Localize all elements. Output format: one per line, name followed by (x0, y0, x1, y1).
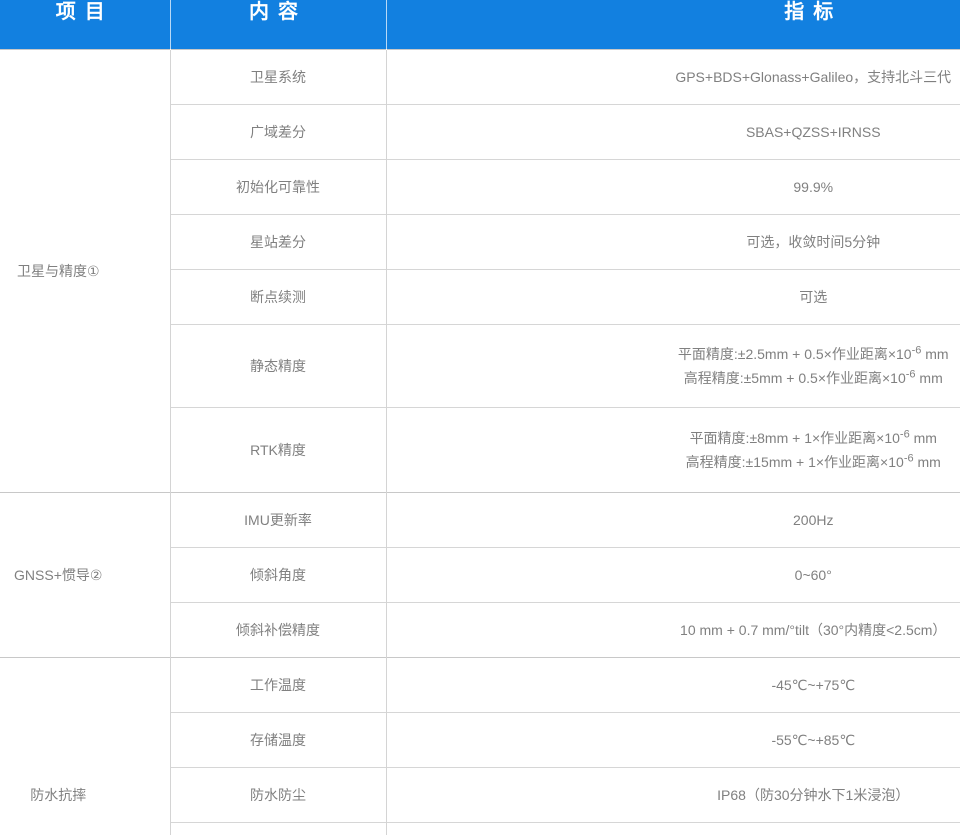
content-cell: 星站差分 (170, 214, 386, 269)
spec-cell: 可选，收敛时间5分钟 (386, 214, 960, 269)
spec-cell: GPS+BDS+Glonass+Galileo，支持北斗三代 (386, 49, 960, 104)
spec-text: 平面精度:±2.5mm + 0.5×作业距离×10 (678, 346, 912, 362)
spec-text: 高程精度:±5mm + 0.5×作业距离×10 (684, 370, 906, 386)
superscript: -6 (912, 344, 922, 356)
content-cell: 初始化可靠性 (170, 159, 386, 214)
spec-cell: IP68（防30分钟水下1米浸泡） (386, 767, 960, 822)
spec-cell: 200Hz (386, 492, 960, 547)
table-row: GNSS+惯导② IMU更新率 200Hz (0, 492, 960, 547)
spec-cell: 0~60° (386, 547, 960, 602)
content-cell: 广域差分 (170, 104, 386, 159)
content-cell: 卫星系统 (170, 49, 386, 104)
content-cell: 静态精度 (170, 324, 386, 407)
header-cell-item: 项目 (0, 0, 170, 49)
header-cell-spec: 指标 (386, 0, 960, 49)
spec-text: mm (914, 454, 941, 470)
group-label-waterproof-shockproof: 防水抗摔 (0, 657, 170, 835)
spec-cell: 99.9% (386, 159, 960, 214)
spec-text: 高程精度:±15mm + 1×作业距离×10 (686, 454, 904, 470)
spec-text: mm (910, 430, 937, 446)
spec-line: 平面精度:±2.5mm + 0.5×作业距离×10-6 mm (387, 342, 960, 366)
spec-cell: 平面精度:±2.5mm + 0.5×作业距离×10-6 mm 高程精度:±5mm… (386, 324, 960, 407)
spec-cell: 可选 (386, 269, 960, 324)
content-cell: 倾斜补偿精度 (170, 602, 386, 657)
spec-text: mm (916, 370, 943, 386)
table-header: 项目 内容 指标 (0, 0, 960, 49)
spec-cell: 10 mm + 0.7 mm/°tilt（30°内精度<2.5cm） (386, 602, 960, 657)
spec-cell: SBAS+QZSS+IRNSS (386, 104, 960, 159)
spec-line: 高程精度:±5mm + 0.5×作业距离×10-6 mm (387, 366, 960, 390)
content-cell: 倾斜角度 (170, 547, 386, 602)
spec-cell (386, 822, 960, 835)
table-row: 防水抗摔 工作温度 -45℃~+75℃ (0, 657, 960, 712)
content-cell: RTK精度 (170, 407, 386, 492)
content-cell: 工作温度 (170, 657, 386, 712)
spec-cell: -45℃~+75℃ (386, 657, 960, 712)
content-cell: 断点续测 (170, 269, 386, 324)
superscript: -6 (904, 452, 914, 464)
spec-cell: 平面精度:±8mm + 1×作业距离×10-6 mm 高程精度:±15mm + … (386, 407, 960, 492)
group-label-gnss-ins: GNSS+惯导② (0, 492, 170, 657)
spec-table-page: 项目 内容 指标 卫星与精度① 卫星系统 GPS+BDS+Glonass+Gal… (0, 0, 960, 835)
content-cell: IMU更新率 (170, 492, 386, 547)
header-cell-content: 内容 (170, 0, 386, 49)
content-cell (170, 822, 386, 835)
content-cell: 防水防尘 (170, 767, 386, 822)
spec-cell: -55℃~+85℃ (386, 712, 960, 767)
spec-text: mm (921, 346, 948, 362)
superscript: -6 (906, 368, 916, 380)
group-label-satellite-precision: 卫星与精度① (0, 49, 170, 492)
specification-table: 项目 内容 指标 卫星与精度① 卫星系统 GPS+BDS+Glonass+Gal… (0, 0, 960, 835)
superscript: -6 (900, 428, 910, 440)
table-body: 卫星与精度① 卫星系统 GPS+BDS+Glonass+Galileo，支持北斗… (0, 49, 960, 835)
table-row: 卫星与精度① 卫星系统 GPS+BDS+Glonass+Galileo，支持北斗… (0, 49, 960, 104)
spec-line: 高程精度:±15mm + 1×作业距离×10-6 mm (387, 450, 960, 474)
content-cell: 存储温度 (170, 712, 386, 767)
spec-line: 平面精度:±8mm + 1×作业距离×10-6 mm (387, 426, 960, 450)
spec-text: 平面精度:±8mm + 1×作业距离×10 (690, 430, 900, 446)
header-row: 项目 内容 指标 (0, 0, 960, 49)
